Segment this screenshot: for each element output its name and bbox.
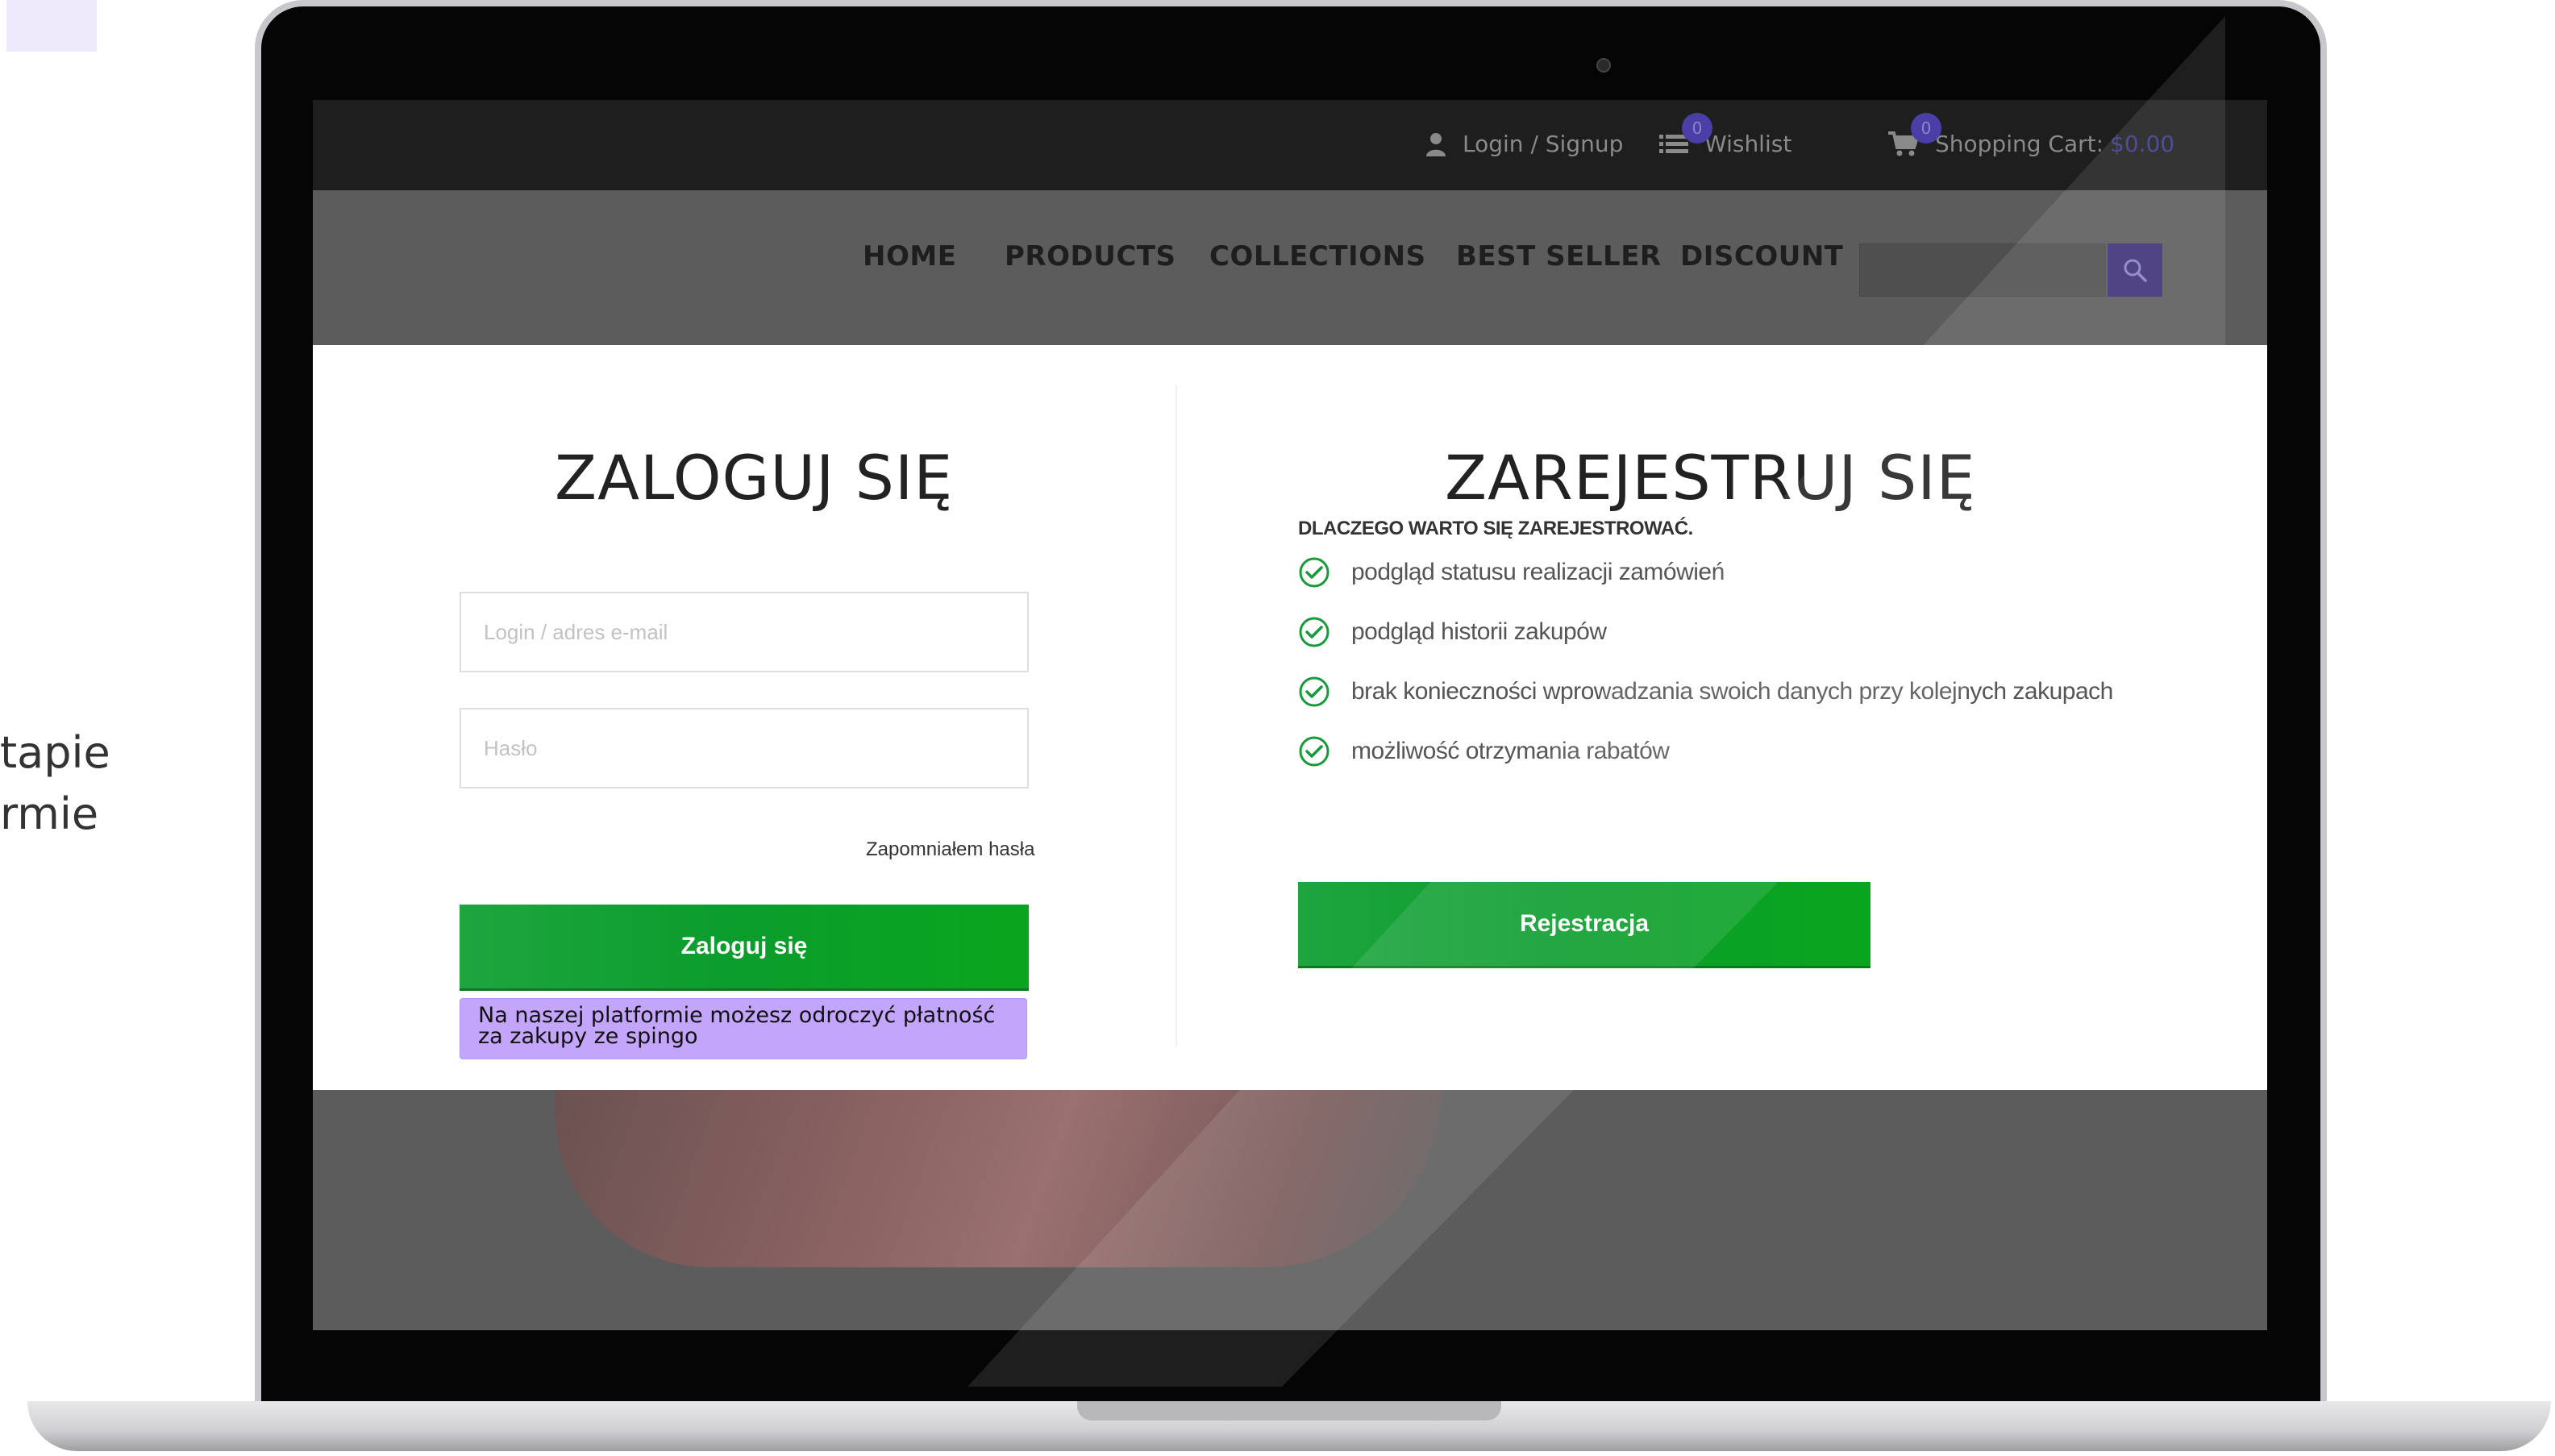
search-input[interactable]	[1859, 243, 2106, 297]
benefit-text: podgląd historii zakupów	[1351, 618, 1607, 645]
check-circle-icon	[1299, 617, 1330, 647]
benefit-item: brak konieczności wprowadzania swoich da…	[1298, 676, 2113, 708]
cart-label: Shopping Cart:	[1935, 131, 2104, 157]
register-button[interactable]: Rejestracja	[1298, 882, 1870, 966]
side-caption-line-1: tapie	[0, 727, 110, 778]
register-heading: ZAREJESTRUJ SIĘ	[1445, 442, 1976, 514]
webcam-icon	[1596, 58, 1611, 73]
benefit-text: brak konieczności wprowadzania swoich da…	[1351, 678, 2113, 705]
login-button[interactable]: Zaloguj się	[460, 905, 1029, 988]
benefit-item: podgląd historii zakupów	[1298, 616, 1607, 648]
user-icon	[1426, 132, 1446, 156]
auth-content: ZALOGUJ SIĘ Zapomniałem hasła Zaloguj si…	[313, 345, 2267, 1090]
nav-item-collections[interactable]: COLLECTIONS	[1209, 240, 1426, 272]
wishlist-count-badge: 0	[1682, 113, 1712, 144]
hero-photo	[555, 1090, 1442, 1267]
search-button[interactable]	[2108, 243, 2162, 297]
wishlist-label: Wishlist	[1704, 131, 1792, 157]
benefit-item: możliwość otrzymania rabatów	[1298, 735, 1670, 768]
nav-item-best-seller[interactable]: BEST SELLER	[1456, 240, 1662, 272]
login-signup-label: Login / Signup	[1463, 131, 1624, 157]
main-navigation: HOME PRODUCTS COLLECTIONS BEST SELLER DI…	[313, 190, 2267, 345]
side-caption-line-2: rmie	[0, 788, 99, 839]
check-circle-icon	[1299, 676, 1330, 707]
nav-item-discount[interactable]: DISCOUNT	[1680, 240, 1843, 272]
login-signup-link[interactable]: Login / Signup	[1425, 131, 1623, 157]
benefit-text: możliwość otrzymania rabatów	[1351, 738, 1670, 764]
password-input[interactable]	[460, 708, 1029, 788]
cart-count-badge: 0	[1911, 113, 1941, 144]
check-circle-icon	[1299, 736, 1330, 767]
why-register-title: DLACZEGO WARTO SIĘ ZAREJESTROWAĆ.	[1298, 518, 1693, 539]
column-divider	[1176, 385, 1177, 1046]
laptop-screen: Login / Signup Wishlist 0 Shopping Cart:	[313, 100, 2267, 1330]
nav-item-home[interactable]: HOME	[863, 240, 956, 272]
login-email-input[interactable]	[460, 592, 1029, 672]
decorative-block	[6, 0, 97, 52]
hero-image-area	[313, 1090, 2267, 1330]
check-circle-icon	[1299, 557, 1330, 588]
forgot-password-link[interactable]: Zapomniałem hasła	[866, 838, 1034, 861]
nav-item-products[interactable]: PRODUCTS	[1005, 240, 1176, 272]
benefit-text: podgląd statusu realizacji zamówień	[1351, 559, 1725, 585]
top-bar: Login / Signup Wishlist 0 Shopping Cart:	[313, 100, 2267, 190]
spingo-payment-note: Na naszej platformie możesz odroczyć pła…	[460, 998, 1027, 1059]
search-icon	[2124, 259, 2147, 282]
cart-total: $0.00	[2110, 131, 2175, 157]
laptop-base-notch	[1077, 1401, 1501, 1421]
side-caption: tapie rmie	[0, 722, 110, 845]
login-heading: ZALOGUJ SIĘ	[555, 442, 954, 514]
benefit-item: podgląd statusu realizacji zamówień	[1298, 556, 1725, 589]
wishlist-link[interactable]: Wishlist	[1659, 131, 1791, 157]
